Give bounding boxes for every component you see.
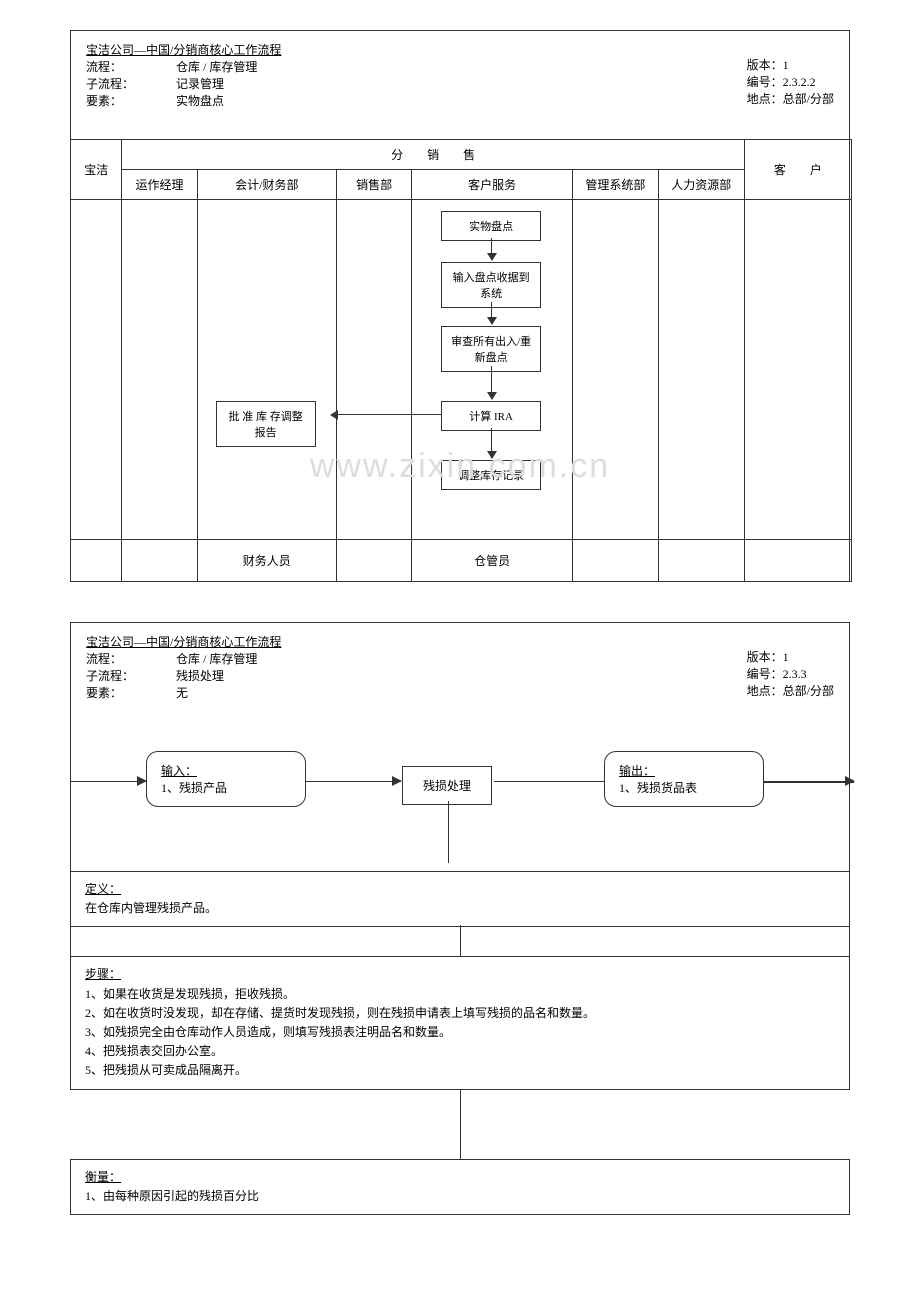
connector-line-1: [460, 925, 461, 957]
def-title: 定义：: [85, 880, 835, 899]
node-1: 实物盘点: [441, 211, 541, 241]
flow-diagram-2: 输入： 1、残损产品 残损处理 输出： 1、残损货品表: [86, 711, 834, 861]
arrow-po: [494, 781, 604, 782]
measure-box: 衡量： 1、由每种原因引起的残损百分比: [71, 1160, 849, 1214]
vline-down: [448, 801, 449, 863]
title-2: 宝洁公司—中国/分销商核心工作流程: [86, 633, 281, 650]
output-item: 1、残损货品表: [619, 779, 749, 796]
header-1: 宝洁公司—中国/分销商核心工作流程 流程：仓库 / 库存管理 子流程：记录管理 …: [71, 31, 849, 139]
process-label: 残损处理: [423, 779, 471, 793]
sub-label-2: 子流程：: [86, 667, 176, 684]
no-value: 2.3.2.2: [783, 75, 816, 89]
arrow-4: [491, 428, 492, 458]
measure-block: 衡量： 1、由每种原因引起的残损百分比: [70, 1159, 850, 1215]
flow-value-2: 仓库 / 库存管理: [176, 650, 257, 667]
step-2: 2、如在收货时没发现，却在存储、提货时发现残损，则在残损申请表上填写残损的品名和…: [85, 1004, 835, 1023]
input-box: 输入： 1、残损产品: [146, 751, 306, 807]
title-1: 宝洁公司—中国/分销商核心工作流程: [86, 41, 281, 58]
sub-value: 记录管理: [176, 75, 224, 92]
input-item: 1、残损产品: [161, 779, 291, 796]
col-dist: 分 销 售: [122, 140, 744, 170]
loc-label: 地点：: [747, 92, 783, 106]
definition-box: 定义： 在仓库内管理残损产品。: [70, 871, 850, 927]
no-value-2: 2.3.3: [783, 667, 807, 681]
input-title: 输入：: [161, 762, 291, 779]
no-label: 编号：: [747, 75, 783, 89]
arrow-h-1: [331, 414, 441, 415]
block-1: 宝洁公司—中国/分销商核心工作流程 流程：仓库 / 库存管理 子流程：记录管理 …: [70, 30, 850, 582]
elem-value: 实物盘点: [176, 92, 224, 109]
ver-label: 版本：: [747, 58, 783, 72]
col-acct: 会计/财务部: [197, 170, 336, 200]
col-mis: 管理系统部: [573, 170, 659, 200]
elem-label-2: 要素：: [86, 684, 176, 701]
lane-acct: 批 准 库 存调整报告: [202, 206, 332, 533]
measure-1: 1、由每种原因引起的残损百分比: [85, 1187, 835, 1206]
node-approve: 批 准 库 存调整报告: [216, 401, 316, 447]
loc-label-2: 地点：: [747, 684, 783, 698]
arrow-out: [764, 781, 854, 783]
elem-value-2: 无: [176, 684, 188, 701]
output-title: 输出：: [619, 762, 749, 779]
col-hr: 人力资源部: [658, 170, 744, 200]
loc-value: 总部/分部: [783, 92, 834, 106]
sub-value-2: 残损处理: [176, 667, 224, 684]
arrow-2: [491, 302, 492, 324]
flow-value: 仓库 / 库存管理: [176, 58, 257, 75]
arrow-1: [491, 238, 492, 260]
arrow-ip: [306, 781, 401, 782]
connector-line-2: [460, 1090, 461, 1160]
loc-value-2: 总部/分部: [783, 684, 834, 698]
col-sales: 销售部: [337, 170, 412, 200]
col-cs: 客户服务: [412, 170, 573, 200]
connector-1: [71, 926, 849, 956]
measure-title: 衡量：: [85, 1168, 835, 1187]
flow-label-2: 流程：: [86, 650, 176, 667]
step-4: 4、把残损表交回办公室。: [85, 1042, 835, 1061]
steps-title: 步骤：: [85, 965, 835, 984]
sub-label: 子流程：: [86, 75, 176, 92]
col-cust: 客 户: [744, 140, 851, 200]
swimlane-table: 宝洁 分 销 售 客 户 运作经理 会计/财务部 销售部 客户服务 管理系统部 …: [70, 139, 852, 582]
footer-cs: 仓管员: [412, 540, 573, 582]
steps-box: 步骤： 1、如果在收货是发现残损，拒收残损。 2、如在收货时没发现，却在存储、提…: [70, 956, 850, 1089]
step-3: 3、如残损完全由仓库动作人员造成，则填写残损表注明品名和数量。: [85, 1023, 835, 1042]
def-text: 在仓库内管理残损产品。: [85, 899, 835, 918]
ver-value-2: 1: [783, 650, 789, 664]
output-box: 输出： 1、残损货品表: [604, 751, 764, 807]
lane-cs: 实物盘点 输入盘点收据到系统 审查所有出入/重新盘点 计算 IRA 调整库存记录: [416, 206, 568, 533]
arrow-3: [491, 366, 492, 399]
process-box: 残损处理: [402, 766, 492, 805]
node-5: 调整库存记录: [441, 460, 541, 490]
ver-label-2: 版本：: [747, 650, 783, 664]
no-label-2: 编号：: [747, 667, 783, 681]
col-baojie: 宝洁: [71, 140, 122, 200]
footer-acct: 财务人员: [197, 540, 336, 582]
node-4: 计算 IRA: [441, 401, 541, 431]
col-ops: 运作经理: [122, 170, 197, 200]
block-2: 宝洁公司—中国/分销商核心工作流程 流程：仓库 / 库存管理 子流程：残损处理 …: [70, 622, 850, 1090]
step-5: 5、把残损从可卖成品隔离开。: [85, 1061, 835, 1080]
ver-value: 1: [783, 58, 789, 72]
elem-label: 要素：: [86, 92, 176, 109]
flow-label: 流程：: [86, 58, 176, 75]
header-2: 宝洁公司—中国/分销商核心工作流程 流程：仓库 / 库存管理 子流程：残损处理 …: [71, 623, 849, 871]
arrow-in: [71, 781, 146, 782]
step-1: 1、如果在收货是发现残损，拒收残损。: [85, 985, 835, 1004]
